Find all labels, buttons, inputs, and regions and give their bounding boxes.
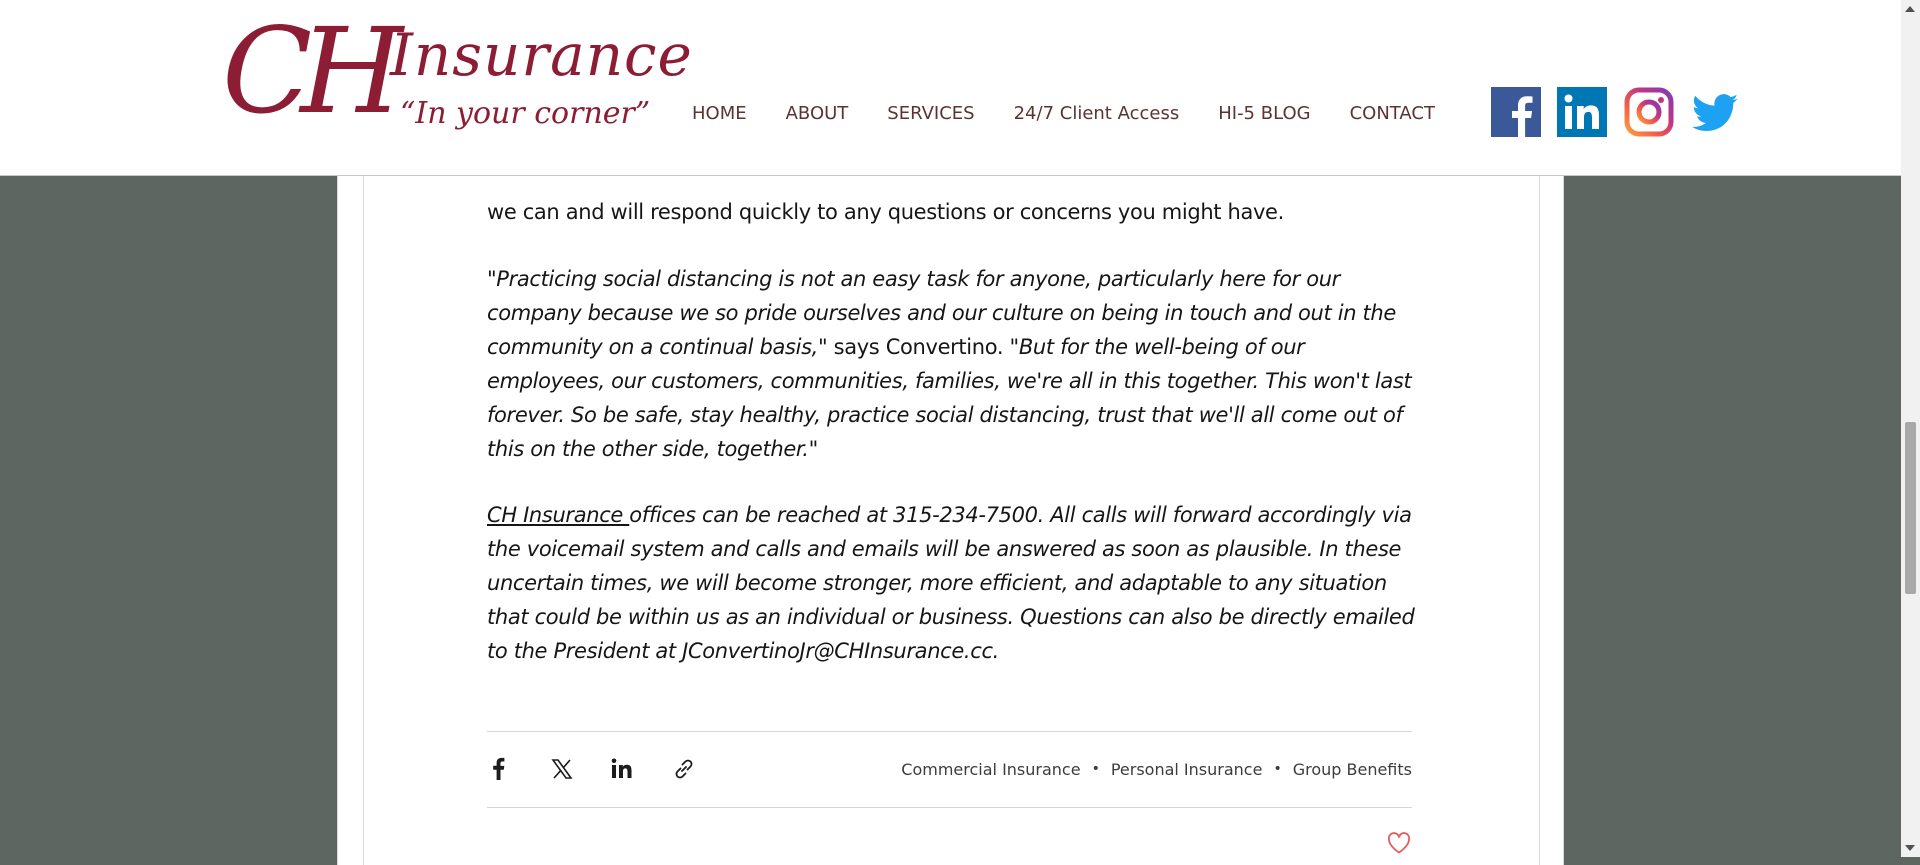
copy-link-icon[interactable] xyxy=(671,756,697,782)
x-share-icon[interactable] xyxy=(549,756,575,782)
site-logo[interactable]: CH Insurance “In your corner” xyxy=(222,2,692,147)
tag-personal-insurance[interactable]: Personal Insurance xyxy=(1111,760,1263,779)
post-tags: Commercial Insurance • Personal Insuranc… xyxy=(901,757,1412,781)
tag-commercial-insurance[interactable]: Commercial Insurance xyxy=(901,760,1080,779)
linkedin-icon[interactable] xyxy=(1557,87,1607,137)
tag-separator: • xyxy=(1273,761,1282,777)
site-header: CH Insurance “In your corner” HOME ABOUT… xyxy=(0,0,1901,176)
contact-text: offices can be reached at 315-234-7500. … xyxy=(487,503,1415,663)
twitter-icon[interactable] xyxy=(1690,87,1740,137)
logo-tagline: “In your corner” xyxy=(400,96,651,131)
ch-insurance-link[interactable]: CH Insurance xyxy=(487,503,629,527)
tag-group-benefits[interactable]: Group Benefits xyxy=(1293,760,1412,779)
paragraph-response: we can and will respond quickly to any q… xyxy=(487,200,1284,224)
like-heart-icon[interactable] xyxy=(1387,832,1411,854)
logo-name: Insurance xyxy=(390,21,693,89)
logo-mark: CH xyxy=(222,2,403,140)
divider-top xyxy=(487,731,1412,732)
scrollbar-thumb[interactable] xyxy=(1905,422,1916,594)
nav-home[interactable]: HOME xyxy=(692,100,747,128)
instagram-icon[interactable] xyxy=(1624,87,1674,137)
quote-attribution: says Convertino. xyxy=(827,335,1010,359)
nav-about[interactable]: ABOUT xyxy=(786,100,849,128)
tag-separator: • xyxy=(1091,761,1100,777)
facebook-share-icon[interactable] xyxy=(486,756,512,782)
linkedin-share-icon[interactable] xyxy=(609,756,635,782)
paragraph-contact: CH Insurance offices can be reached at 3… xyxy=(487,498,1417,668)
facebook-icon[interactable] xyxy=(1491,87,1541,137)
page-scrollbar[interactable] xyxy=(1901,0,1920,857)
divider-bottom xyxy=(487,807,1412,808)
nav-services[interactable]: SERVICES xyxy=(887,100,974,128)
scroll-down-arrow-icon[interactable] xyxy=(1905,845,1915,851)
paragraph-quote: "Practicing social distancing is not an … xyxy=(487,262,1417,466)
nav-blog[interactable]: HI-5 BLOG xyxy=(1218,100,1310,128)
nav-client-access[interactable]: 24/7 Client Access xyxy=(1014,100,1180,128)
scroll-up-arrow-icon[interactable] xyxy=(1905,6,1915,12)
main-nav: HOME ABOUT SERVICES 24/7 Client Access H… xyxy=(692,100,1474,128)
nav-contact[interactable]: CONTACT xyxy=(1350,100,1435,128)
